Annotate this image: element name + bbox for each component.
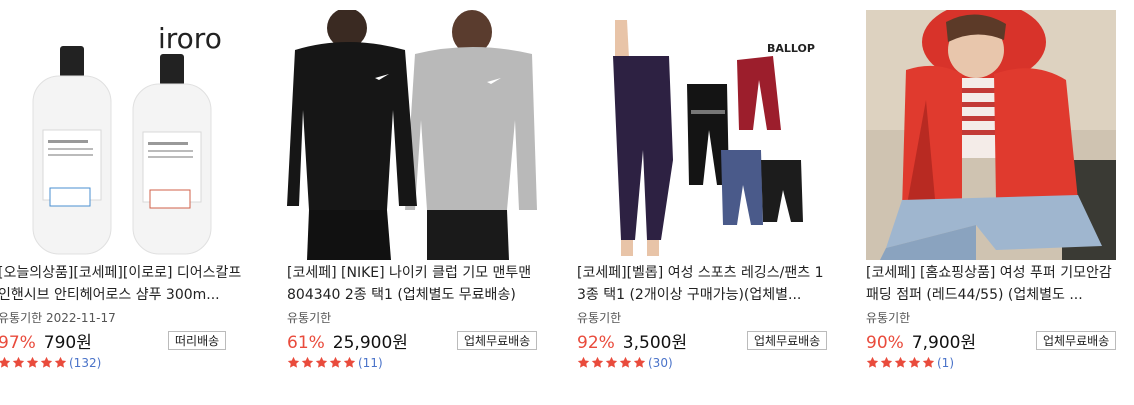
star-icon: [12, 356, 25, 368]
product-title[interactable]: [코세페] [홈쇼핑상품] 여성 푸퍼 기모안감 패딩 점퍼 (레드44/55)…: [866, 262, 1116, 306]
discount-rate: 90%: [866, 333, 904, 353]
sale-price: 3,500원: [622, 333, 688, 353]
nike-sweatshirts-image: [287, 10, 537, 260]
product-card[interactable]: [코세페] [NIKE] 나이키 클럽 기모 맨투맨 804340 2종 택1 …: [287, 0, 539, 405]
shampoo-bottles-image: iroro: [0, 10, 248, 260]
star-icon: [894, 356, 907, 368]
star-icon: [40, 356, 53, 368]
star-icon: [908, 356, 921, 368]
review-count[interactable]: (30): [648, 356, 673, 370]
review-count[interactable]: (1): [937, 356, 954, 370]
product-title[interactable]: [코세페][벨롭] 여성 스포츠 레깅스/팬츠 13종 택1 (2개이상 구매가…: [577, 262, 827, 306]
product-image[interactable]: iroro: [0, 10, 248, 260]
shipping-badge[interactable]: 떠리배송: [168, 331, 227, 350]
star-icon: [343, 356, 356, 368]
leggings-image: BALLOP: [577, 10, 827, 260]
star-rating: (1): [866, 352, 954, 370]
review-count[interactable]: (11): [358, 356, 383, 370]
star-icon: [591, 356, 604, 368]
expiry-date: 유통기한 2022-11-17: [0, 311, 116, 325]
star-icon: [26, 356, 39, 368]
star-icon: [329, 356, 342, 368]
price-row: 61% 25,900원: [287, 328, 408, 353]
ballop-logo: BALLOP: [767, 42, 815, 55]
star-icon: [577, 356, 590, 368]
shipping-badge[interactable]: 업체무료배송: [1036, 331, 1117, 350]
expiry-date: 유통기한: [287, 311, 332, 325]
product-image[interactable]: [866, 10, 1116, 260]
red-padding-jacket-image: [866, 10, 1116, 260]
sale-price: 7,900원: [911, 333, 977, 353]
discount-rate: 61%: [287, 333, 325, 353]
product-card[interactable]: BALLOP [코세페][벨롭] 여성 스포츠 레깅스/팬츠 13종 택1 (2…: [577, 0, 829, 405]
star-icon: [54, 356, 67, 368]
star-rating: (132): [0, 352, 101, 370]
shipping-badge[interactable]: 업체무료배송: [747, 331, 828, 350]
product-image[interactable]: BALLOP: [577, 10, 827, 260]
shipping-badge[interactable]: 업체무료배송: [457, 331, 538, 350]
star-rating: (11): [287, 352, 383, 370]
star-icon: [0, 356, 11, 368]
star-icon: [633, 356, 646, 368]
star-icon: [301, 356, 314, 368]
star-icon: [315, 356, 328, 368]
price-row: 90% 7,900원: [866, 328, 977, 353]
discount-rate: 92%: [577, 333, 615, 353]
price-row: 92% 3,500원: [577, 328, 688, 353]
star-icon: [866, 356, 879, 368]
product-card[interactable]: iroro [오늘의상품][코세페][이로로] 디어스칼프 인핸시브 안티헤어로…: [0, 0, 250, 405]
sale-price: 25,900원: [332, 333, 408, 353]
star-rating: (30): [577, 352, 673, 370]
star-icon: [922, 356, 935, 368]
iroro-logo: iroro: [158, 22, 222, 55]
price-row: 97% 790원: [0, 328, 92, 353]
sale-price: 790원: [43, 333, 92, 353]
expiry-date: 유통기한: [577, 311, 622, 325]
product-title[interactable]: [오늘의상품][코세페][이로로] 디어스칼프 인핸시브 안티헤어로스 샴푸 3…: [0, 262, 248, 306]
product-image[interactable]: [287, 10, 537, 260]
star-icon: [287, 356, 300, 368]
product-title[interactable]: [코세페] [NIKE] 나이키 클럽 기모 맨투맨 804340 2종 택1 …: [287, 262, 537, 306]
star-icon: [880, 356, 893, 368]
review-count[interactable]: (132): [69, 356, 101, 370]
star-icon: [605, 356, 618, 368]
expiry-date: 유통기한: [866, 311, 911, 325]
discount-rate: 97%: [0, 333, 36, 353]
product-card[interactable]: [코세페] [홈쇼핑상품] 여성 푸퍼 기모안감 패딩 점퍼 (레드44/55)…: [866, 0, 1118, 405]
star-icon: [619, 356, 632, 368]
